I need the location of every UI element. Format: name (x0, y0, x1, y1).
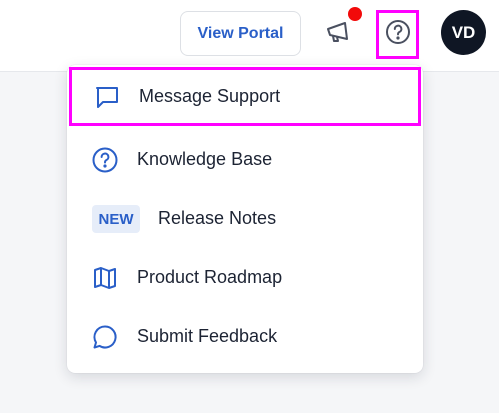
menu-item-release-notes[interactable]: NEW Release Notes (67, 189, 423, 248)
question-circle-icon (91, 146, 119, 174)
menu-item-product-roadmap[interactable]: Product Roadmap (67, 248, 423, 307)
user-avatar[interactable]: VD (441, 10, 486, 55)
menu-item-label: Product Roadmap (137, 267, 283, 287)
menu-item-message-support[interactable]: Message Support (69, 67, 421, 126)
speech-bubble-icon (91, 323, 119, 351)
megaphone-icon (325, 19, 353, 50)
question-circle-icon (385, 19, 411, 50)
menu-item-label: Message Support (139, 86, 281, 106)
view-portal-button[interactable]: View Portal (180, 11, 301, 56)
notification-dot (348, 7, 362, 21)
help-button[interactable] (376, 10, 419, 59)
menu-item-label: Release Notes (158, 208, 277, 228)
chat-bubble-icon (93, 83, 121, 111)
top-bar: View Portal VD (0, 0, 499, 72)
map-icon (91, 264, 119, 292)
announcements-button[interactable] (322, 18, 356, 50)
menu-item-knowledge-base[interactable]: Knowledge Base (67, 130, 423, 189)
menu-item-submit-feedback[interactable]: Submit Feedback (67, 307, 423, 366)
help-dropdown-menu: Message Support Knowledge Base NEW Relea… (67, 65, 423, 373)
menu-item-label: Submit Feedback (137, 326, 278, 346)
new-badge: NEW (92, 205, 140, 233)
menu-item-label: Knowledge Base (137, 149, 273, 169)
